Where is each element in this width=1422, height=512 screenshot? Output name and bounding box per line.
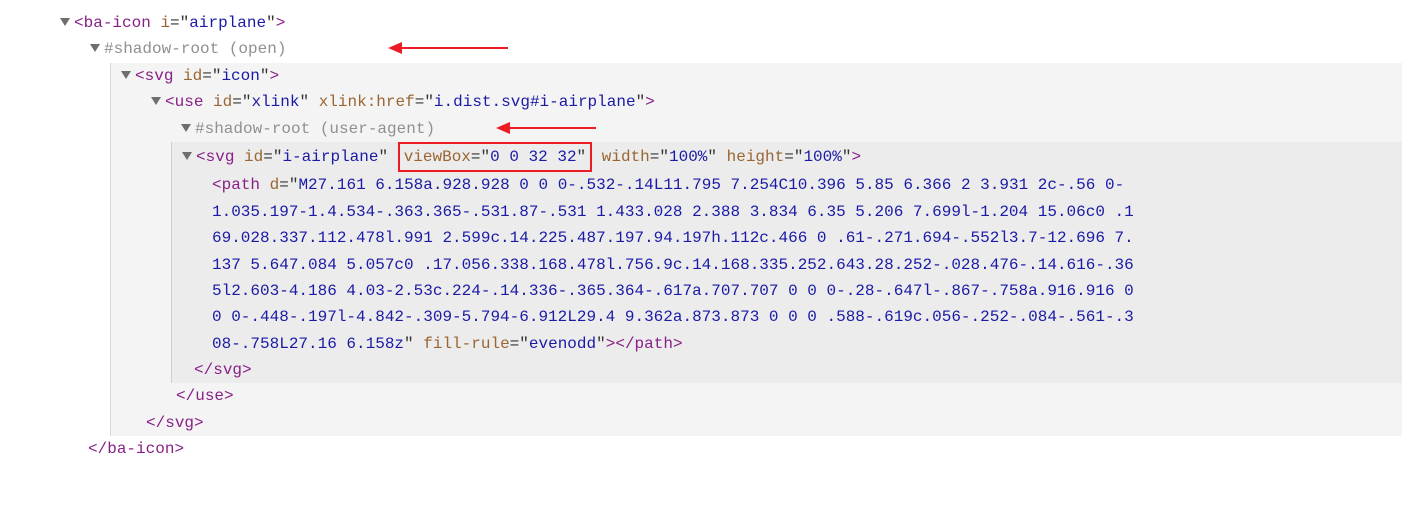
equals: = [170, 14, 180, 32]
shadow-root-open[interactable]: #shadow-root (open) [20, 36, 1402, 62]
attr-name: d [270, 176, 280, 194]
close-tag-svg-outer[interactable]: </svg> [111, 410, 1402, 436]
attr-value: i-airplane [282, 148, 378, 166]
attr-name: i [160, 14, 170, 32]
tag-name: use [175, 93, 204, 111]
attr-name: xlink:href [319, 93, 415, 111]
angle-open: < [74, 14, 84, 32]
quote: " [266, 14, 276, 32]
tag-close: use [195, 387, 224, 405]
close-tag-ba-icon[interactable]: </ba-icon> [20, 436, 1402, 462]
attr-name: id [244, 148, 263, 166]
tag-close: path [635, 335, 673, 353]
tag-close: svg [213, 361, 242, 379]
tag-name: path [222, 176, 260, 194]
tag-close: ba-icon [107, 440, 174, 458]
quote: " [180, 14, 190, 32]
tag-name: ba-icon [84, 14, 151, 32]
shadow-root-label: #shadow-root (open) [104, 40, 286, 58]
disclosure-triangle-icon[interactable] [151, 97, 161, 105]
attr-name: width [602, 148, 650, 166]
attr-value-path-d: M27.161 6.158a.928.928 0 0 0-.532-.14L11… [212, 176, 1134, 352]
attr-value: icon [221, 67, 259, 85]
disclosure-triangle-icon[interactable] [181, 124, 191, 132]
attr-value: airplane [189, 14, 266, 32]
attr-value: 100% [803, 148, 841, 166]
tag-close: svg [165, 414, 194, 432]
attr-value: 100% [669, 148, 707, 166]
dom-node-ba-icon[interactable]: <ba-icon i="airplane"> [20, 10, 1402, 36]
attr-name: id [213, 93, 232, 111]
shadow-root-user-agent[interactable]: #shadow-root (user-agent) [111, 116, 1402, 142]
tag-name: svg [206, 148, 235, 166]
disclosure-triangle-icon[interactable] [182, 152, 192, 160]
dom-node-svg-inner[interactable]: <svg id="i-airplane" viewBox="0 0 32 32"… [172, 142, 1402, 172]
dom-node-svg[interactable]: <svg id="icon"> [111, 63, 1402, 89]
attr-name: fill-rule [423, 335, 509, 353]
dom-node-path[interactable]: <path d="M27.161 6.158a.928.928 0 0 0-.5… [172, 172, 1402, 357]
angle-open: < [135, 67, 145, 85]
attr-value: 0 0 32 32 [490, 148, 576, 166]
close-tag-svg-inner[interactable]: </svg> [172, 357, 1402, 383]
tag-name: svg [145, 67, 174, 85]
attr-name: height [727, 148, 785, 166]
attr-name: id [183, 67, 202, 85]
attr-name: viewBox [404, 148, 471, 166]
disclosure-triangle-icon[interactable] [60, 18, 70, 26]
attr-value: i.dist.svg#i-airplane [434, 93, 636, 111]
attr-value: evenodd [529, 335, 596, 353]
close-tag-use[interactable]: </use> [111, 383, 1402, 409]
dom-node-use[interactable]: <use id="xlink" xlink:href="i.dist.svg#i… [111, 89, 1402, 115]
attr-value: xlink [251, 93, 299, 111]
disclosure-triangle-icon[interactable] [121, 71, 131, 79]
highlight-box: viewBox="0 0 32 32" [398, 142, 592, 172]
angle-close: > [276, 14, 286, 32]
shadow-root-user-agent-content: <svg id="i-airplane" viewBox="0 0 32 32"… [171, 142, 1402, 384]
shadow-root-content: <svg id="icon"> <use id="xlink" xlink:hr… [110, 63, 1402, 436]
shadow-root-label: #shadow-root (user-agent) [195, 120, 435, 138]
disclosure-triangle-icon[interactable] [90, 44, 100, 52]
